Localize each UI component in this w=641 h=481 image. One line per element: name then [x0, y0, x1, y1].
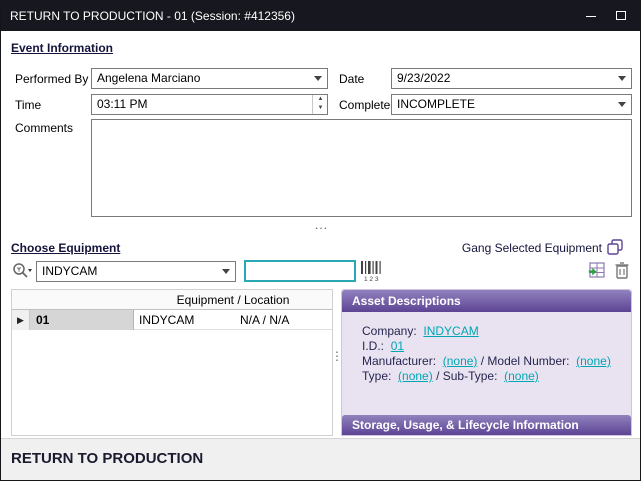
footer-bar: RETURN TO PRODUCTION < Back Finish ⌄ Can…: [1, 438, 640, 481]
add-to-grid-icon[interactable]: [586, 261, 606, 280]
time-spinner[interactable]: 03:11 PM ▲ ▼: [91, 94, 328, 115]
manufacturer-link[interactable]: (none): [443, 354, 478, 368]
row-location-cell[interactable]: N/A / N/A: [240, 310, 289, 330]
comments-textarea[interactable]: [91, 119, 632, 217]
maximize-icon: [616, 11, 626, 20]
id-label: I.D.:: [362, 339, 384, 353]
row-company-cell[interactable]: INDYCAM: [139, 310, 239, 330]
gang-equipment-icon[interactable]: [607, 239, 624, 256]
model-number-link[interactable]: (none): [576, 354, 611, 368]
barcode-scan-input[interactable]: [244, 260, 356, 282]
date-combobox[interactable]: 9/23/2022: [391, 68, 632, 89]
gang-selected-equipment-label: Gang Selected Equipment: [462, 241, 602, 255]
time-value: 03:11 PM: [97, 97, 147, 111]
window-title: RETURN TO PRODUCTION - 01 (Session: #412…: [10, 9, 295, 23]
equipment-table: Equipment / Location ▶ 01 INDYCAM N/A / …: [11, 289, 333, 436]
type-label: Type:: [362, 369, 391, 383]
dialog-window: RETURN TO PRODUCTION - 01 (Session: #412…: [0, 0, 641, 481]
minimize-button[interactable]: [576, 1, 606, 31]
performed-by-combobox[interactable]: Angelena Marciano: [91, 68, 328, 89]
manufacturer-label: Manufacturer:: [362, 354, 436, 368]
type-link[interactable]: (none): [398, 369, 433, 383]
asset-descriptions-body: Company: INDYCAM I.D.: 01 Manufacturer: …: [342, 312, 631, 384]
title-bar: RETURN TO PRODUCTION - 01 (Session: #412…: [1, 1, 640, 31]
choose-equipment-header: Choose Equipment: [11, 241, 120, 255]
spin-down-icon[interactable]: ▼: [313, 104, 328, 113]
equipment-location-column-header: Equipment / Location: [134, 290, 332, 310]
storage-usage-lifecycle-header[interactable]: Storage, Usage, & Lifecycle Information: [342, 415, 631, 435]
asset-descriptions-panel: Asset Descriptions Company: INDYCAM I.D.…: [341, 289, 632, 436]
performed-by-value: Angelena Marciano: [97, 71, 200, 85]
row-id-cell[interactable]: 01: [30, 310, 134, 330]
completed-label: Completed: [339, 98, 397, 112]
chevron-down-icon: [618, 76, 626, 81]
performed-by-label: Performed By: [15, 72, 88, 86]
comments-label: Comments: [15, 121, 73, 135]
date-value: 9/23/2022: [397, 71, 450, 85]
spin-up-icon[interactable]: ▲: [313, 95, 328, 104]
time-spin-buttons: ▲ ▼: [312, 95, 327, 114]
asset-descriptions-header: Asset Descriptions: [342, 290, 631, 312]
minimize-icon: [586, 16, 596, 17]
maximize-button[interactable]: [606, 1, 636, 31]
delete-trash-icon[interactable]: [614, 261, 630, 280]
model-number-label: / Model Number:: [481, 354, 570, 368]
company-filter-value: INDYCAM: [42, 264, 97, 278]
barcode-icon: 1 2 3: [360, 260, 384, 282]
subtype-link[interactable]: (none): [504, 369, 539, 383]
comments-resize-handle[interactable]: ...: [315, 218, 328, 232]
company-label: Company:: [362, 324, 417, 338]
page-title: RETURN TO PRODUCTION: [11, 450, 203, 467]
chevron-down-icon: [314, 76, 322, 81]
time-label: Time: [15, 98, 41, 112]
subtype-label: / Sub-Type:: [436, 369, 497, 383]
date-label: Date: [339, 72, 364, 86]
company-link[interactable]: INDYCAM: [423, 324, 478, 338]
search-filter-icon[interactable]: [11, 262, 33, 280]
id-link[interactable]: 01: [391, 339, 404, 353]
chevron-down-icon: [222, 269, 230, 274]
equipment-table-header: Equipment / Location: [12, 290, 332, 310]
row-selector-icon[interactable]: ▶: [12, 310, 30, 330]
company-filter-combobox[interactable]: INDYCAM: [36, 261, 236, 282]
event-information-header: Event Information: [11, 41, 113, 55]
svg-text:1 2 3: 1 2 3: [364, 276, 379, 282]
completed-combobox[interactable]: INCOMPLETE: [391, 94, 632, 115]
chevron-down-icon: [618, 102, 626, 107]
completed-value: INCOMPLETE: [397, 97, 475, 111]
table-row[interactable]: ▶ 01 INDYCAM N/A / N/A: [12, 310, 332, 330]
